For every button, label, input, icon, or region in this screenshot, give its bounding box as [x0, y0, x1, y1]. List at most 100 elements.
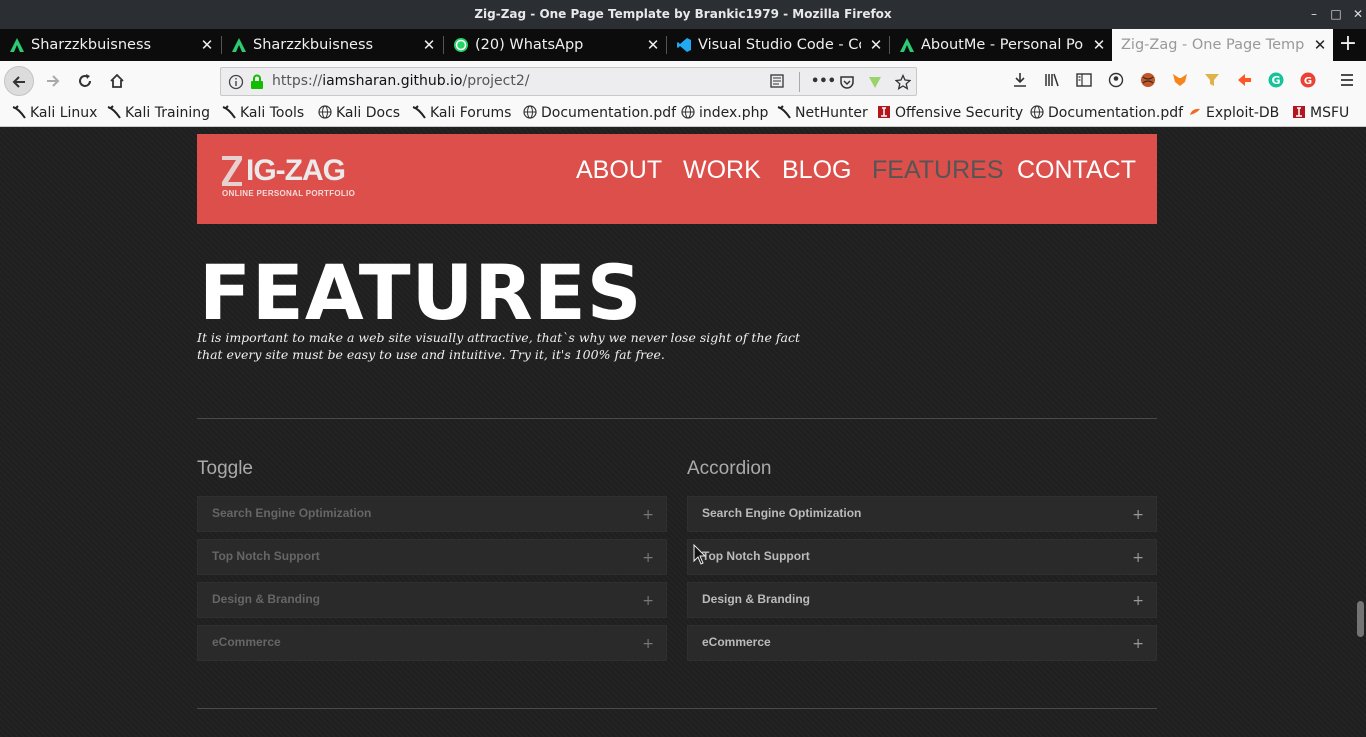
account-icon[interactable]: [1107, 72, 1125, 90]
plus-icon: +: [642, 550, 654, 566]
offsec-icon: [877, 105, 891, 119]
accordion-item-support[interactable]: Top Notch Support +: [687, 539, 1157, 575]
nav-features[interactable]: FEATURES: [872, 156, 1004, 185]
forward-button[interactable]: [38, 66, 68, 96]
toggle-item-label: Design & Branding: [212, 592, 321, 606]
site-logo[interactable]: IG-ZAG ONLINE PERSONAL PORTFOLIO: [222, 154, 362, 200]
tab-aboutme[interactable]: AboutMe - Personal Port ✕: [890, 29, 1112, 61]
maximize-button[interactable]: □: [1325, 0, 1347, 28]
secure-lock-icon[interactable]: [249, 74, 265, 90]
bookmark-kali-forums[interactable]: Kali Forums: [412, 101, 511, 125]
tab-close-icon[interactable]: ✕: [644, 29, 662, 61]
home-button[interactable]: [102, 66, 132, 96]
tab-close-icon[interactable]: ✕: [867, 29, 885, 61]
android-green-a-icon: [10, 38, 24, 52]
tab-strip: Sharzzkbuisness ✕ Sharzzkbuisness ✕ (20)…: [0, 29, 1366, 61]
bookmark-exploit-db[interactable]: Exploit-DB: [1188, 101, 1279, 125]
tab-label: Zig-Zag - One Page Templa: [1121, 37, 1305, 53]
window-close-button[interactable]: ✕: [1347, 0, 1366, 28]
tab-close-icon[interactable]: ✕: [1311, 29, 1329, 61]
nav-about[interactable]: ABOUT: [576, 156, 662, 185]
bookmark-documentation-pdf-1[interactable]: Documentation.pdf: [523, 101, 676, 125]
vscode-icon: [677, 38, 691, 52]
tab-label: Sharzzkbuisness: [253, 37, 374, 53]
bookmark-offensive-security[interactable]: Offensive Security: [877, 101, 1023, 125]
tab-close-icon[interactable]: ✕: [420, 29, 438, 61]
bookmark-label: Exploit-DB: [1206, 105, 1280, 121]
kali-dragon-icon: [222, 105, 236, 119]
accordion-item-ecommerce[interactable]: eCommerce +: [687, 625, 1157, 661]
kali-dragon-icon: [777, 105, 791, 119]
bookmark-msfu[interactable]: MSFU: [1292, 101, 1349, 125]
kali-dragon-icon: [12, 105, 26, 119]
bookmark-kali-training[interactable]: Kali Training: [107, 101, 210, 125]
toggle-item-seo[interactable]: Search Engine Optimization +: [197, 496, 667, 532]
plus-icon: +: [1132, 636, 1144, 652]
google-plus-icon[interactable]: G: [1299, 72, 1317, 90]
library-icon[interactable]: [1043, 72, 1061, 90]
hamburger-menu-icon[interactable]: [1338, 72, 1356, 90]
bookmark-kali-linux[interactable]: Kali Linux: [12, 101, 97, 125]
bookmark-index-php[interactable]: index.php: [681, 101, 768, 125]
toggle-item-design[interactable]: Design & Branding +: [197, 582, 667, 618]
tab-label: (20) WhatsApp: [475, 37, 584, 53]
bookmark-nethunter[interactable]: NetHunter: [777, 101, 868, 125]
tab-whatsapp[interactable]: (20) WhatsApp ✕: [444, 29, 666, 61]
exploit-db-icon: [1188, 105, 1202, 119]
tab-vscode[interactable]: Visual Studio Code - Cod ✕: [667, 29, 889, 61]
info-icon[interactable]: [228, 74, 244, 90]
bookmark-label: Documentation.pdf: [1048, 105, 1184, 121]
accordion-item-design[interactable]: Design & Branding +: [687, 582, 1157, 618]
home-icon: [110, 73, 124, 88]
pocket-icon[interactable]: [839, 74, 855, 90]
site-header: IG-ZAG ONLINE PERSONAL PORTFOLIO ABOUT W…: [197, 134, 1157, 224]
minimize-button[interactable]: –: [1303, 0, 1325, 28]
accordion-item-label: eCommerce: [702, 635, 771, 649]
accordion-item-seo[interactable]: Search Engine Optimization +: [687, 496, 1157, 532]
metamask-fox-icon[interactable]: [1171, 72, 1189, 90]
extension-ball-icon[interactable]: [1139, 72, 1157, 90]
nav-work[interactable]: WORK: [683, 156, 761, 185]
tab-zigzag-active[interactable]: Zig-Zag - One Page Templa ✕: [1112, 29, 1333, 61]
reload-button[interactable]: [70, 66, 100, 96]
nav-blog[interactable]: BLOG: [782, 156, 851, 185]
window-titlebar: Zig-Zag - One Page Template by Brankic19…: [0, 0, 1366, 29]
accordion-item-label: Top Notch Support: [702, 549, 810, 563]
toggle-item-ecommerce[interactable]: eCommerce +: [197, 625, 667, 661]
nav-contact[interactable]: CONTACT: [1017, 156, 1136, 185]
tab-close-icon[interactable]: ✕: [1090, 29, 1108, 61]
page-actions-icon[interactable]: •••: [811, 74, 836, 90]
downloads-icon[interactable]: [1011, 72, 1029, 90]
toggle-heading: Toggle: [197, 458, 253, 479]
tab-sharzzkbuisness-1[interactable]: Sharzzkbuisness ✕: [0, 29, 220, 61]
globe-icon: [681, 105, 695, 119]
toggle-item-support[interactable]: Top Notch Support +: [197, 539, 667, 575]
extension-shield-icon[interactable]: [867, 74, 883, 90]
grammarly-icon[interactable]: G: [1267, 72, 1285, 90]
reader-view-icon[interactable]: [769, 74, 785, 90]
kali-dragon-icon: [107, 105, 121, 119]
url-bar[interactable]: https://iamsharan.github.io/project2/ ••…: [220, 67, 917, 96]
funnel-filter-icon[interactable]: [1203, 72, 1221, 90]
bookmark-star-icon[interactable]: [894, 73, 912, 90]
page-scrollbar-thumb[interactable]: [1357, 601, 1364, 637]
bookmark-documentation-pdf-2[interactable]: Documentation.pdf: [1030, 101, 1183, 125]
bookmark-kali-tools[interactable]: Kali Tools: [222, 101, 304, 125]
features-description: It is important to make a web site visua…: [197, 330, 800, 362]
url-path: /project2/: [462, 73, 530, 89]
tab-sharzzkbuisness-2[interactable]: Sharzzkbuisness ✕: [222, 29, 442, 61]
tab-close-icon[interactable]: ✕: [198, 29, 216, 61]
bookmark-kali-docs[interactable]: Kali Docs: [318, 101, 400, 125]
bookmark-label: Kali Docs: [336, 105, 401, 121]
back-button[interactable]: [4, 66, 34, 96]
main-nav: ABOUT WORK BLOG FEATURES CONTACT: [572, 134, 1136, 224]
sidebar-icon[interactable]: [1075, 72, 1093, 90]
plus-icon: +: [1132, 593, 1144, 609]
url-text[interactable]: https://iamsharan.github.io/project2/: [272, 68, 529, 95]
new-tab-button[interactable]: +: [1334, 29, 1362, 61]
tab-label: Visual Studio Code - Cod: [698, 37, 861, 53]
extension-arrow-icon[interactable]: [1235, 72, 1253, 90]
plus-icon: +: [642, 636, 654, 652]
svg-text:G: G: [1304, 76, 1312, 87]
accordion-heading: Accordion: [687, 458, 772, 479]
